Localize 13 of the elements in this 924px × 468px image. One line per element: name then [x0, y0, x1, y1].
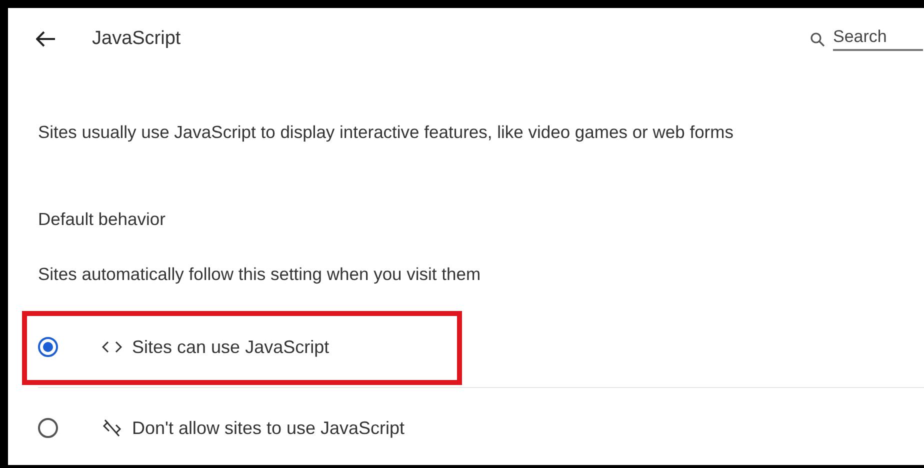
section-heading: Default behavior [38, 209, 166, 230]
section-description: Sites automatically follow this setting when you visit them [38, 264, 482, 285]
search-field[interactable]: Search [833, 27, 923, 51]
search-icon [810, 32, 825, 46]
radio-button[interactable] [38, 418, 58, 438]
page-title: JavaScript [92, 28, 181, 50]
back-button[interactable] [36, 30, 58, 48]
radio-button[interactable] [38, 337, 58, 357]
option-label: Sites can use JavaScript [132, 336, 330, 358]
code-icon [102, 340, 122, 354]
code-off-icon [102, 419, 122, 437]
option-label: Don't allow sites to use JavaScript [132, 418, 405, 438]
description-text: Sites usually use JavaScript to display interactive features, like video games or web forms [38, 122, 734, 143]
